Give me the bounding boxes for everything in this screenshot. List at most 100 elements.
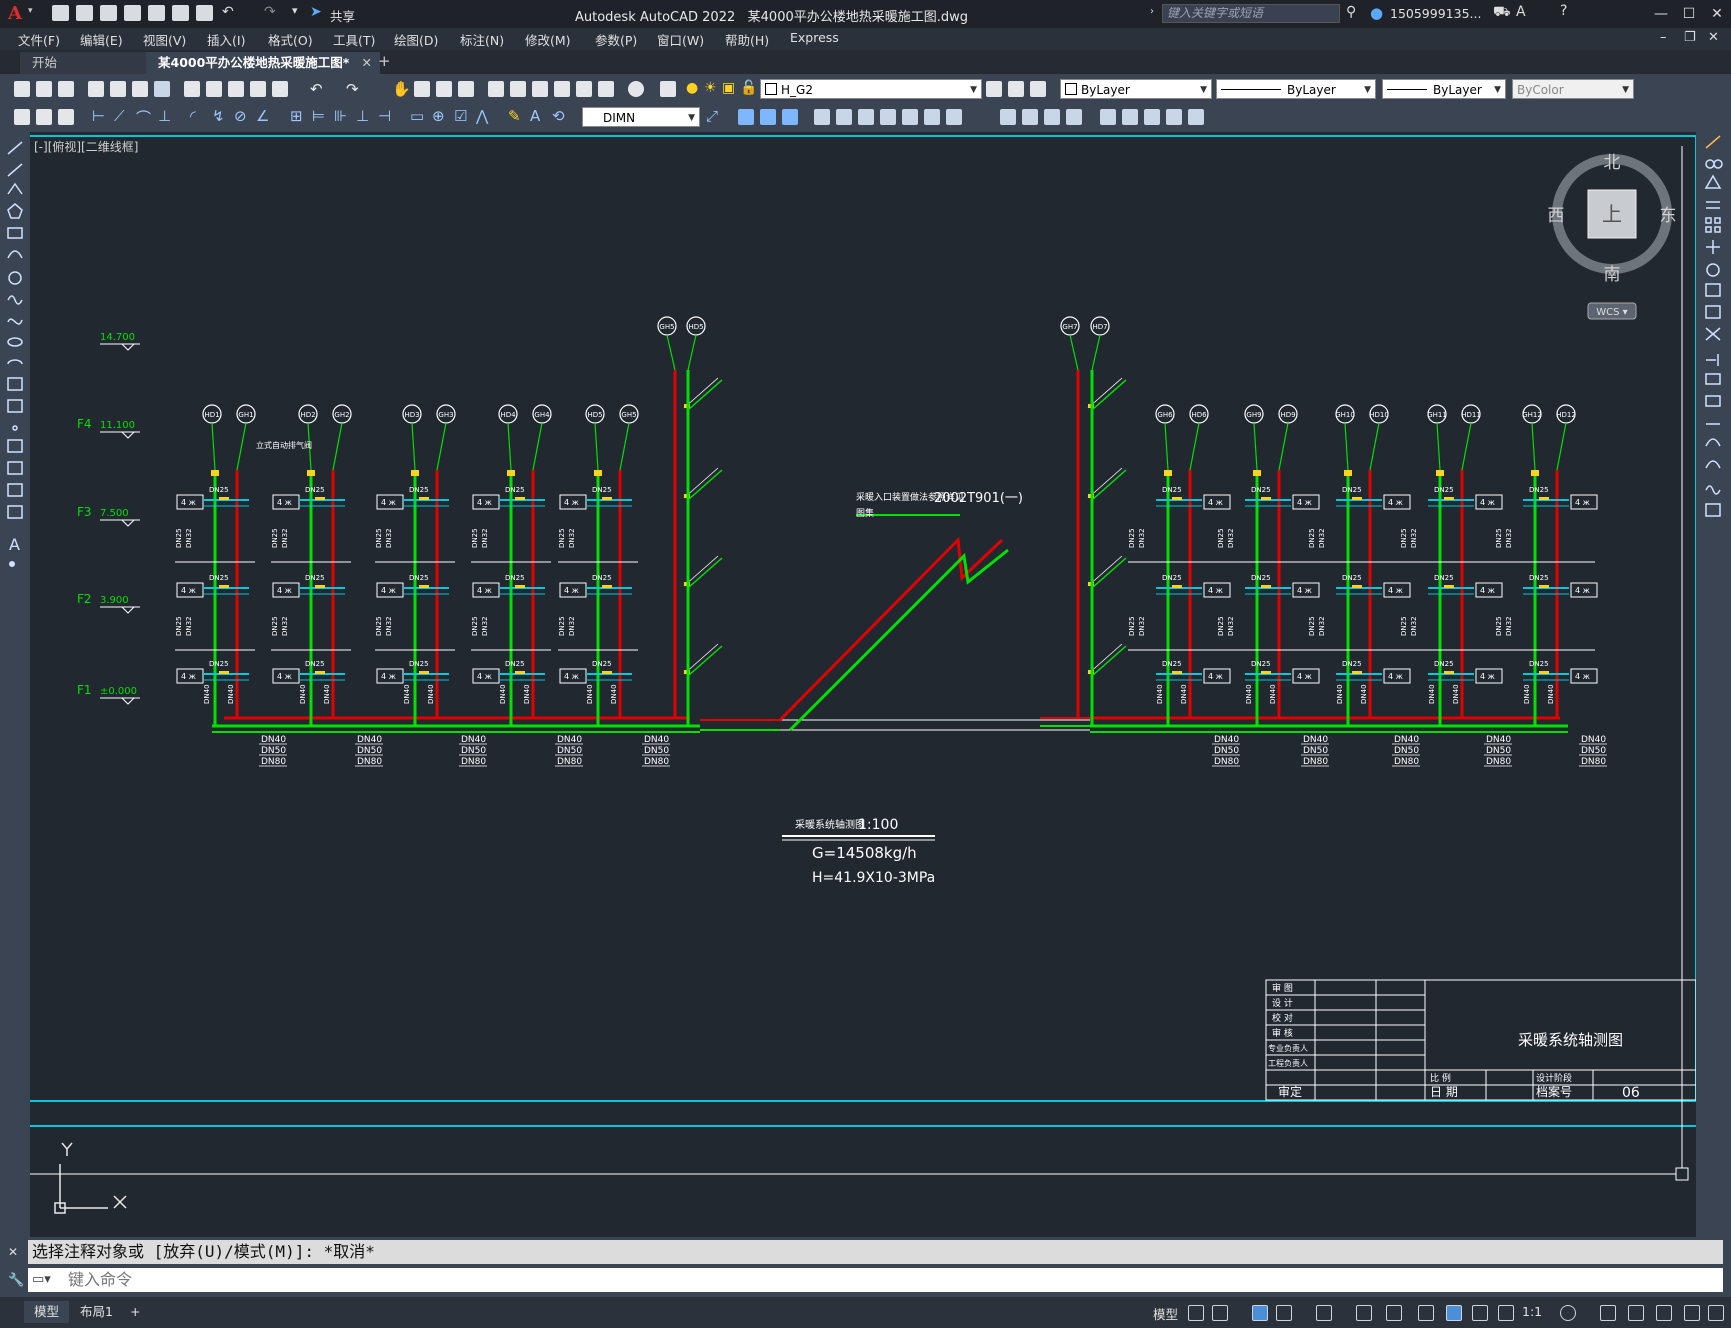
maximize-button[interactable]: ☐ xyxy=(1676,3,1702,25)
tb2-icon-2[interactable] xyxy=(36,109,52,125)
grid-icon[interactable] xyxy=(1188,1305,1204,1321)
center-mark-icon[interactable]: ⊕ xyxy=(432,107,445,125)
layer-states-icon[interactable] xyxy=(1030,81,1046,97)
open-web-icon[interactable] xyxy=(148,5,165,21)
modify-icon-13[interactable] xyxy=(1122,109,1138,125)
tab-layout1[interactable]: 布局1 xyxy=(70,1301,123,1323)
menu-tools[interactable]: 工具(T) xyxy=(333,30,375,49)
minimize-button[interactable]: — xyxy=(1648,3,1674,25)
polar-icon[interactable] xyxy=(1276,1305,1292,1321)
save-tb-icon[interactable] xyxy=(58,81,74,97)
auto-scale-icon[interactable] xyxy=(1472,1305,1488,1321)
copy-icon[interactable] xyxy=(206,81,222,97)
customization-menu-icon[interactable] xyxy=(1708,1305,1724,1321)
dim-baseline-icon[interactable]: ⊨ xyxy=(312,107,325,125)
modify-icon-11[interactable] xyxy=(1066,109,1082,125)
save-web-icon[interactable] xyxy=(172,5,189,21)
undo-icon[interactable]: ↶ xyxy=(222,4,234,20)
calculator-icon[interactable] xyxy=(598,81,614,97)
customize-command-icon[interactable]: 🔧 xyxy=(8,1273,24,1288)
save-as-icon[interactable] xyxy=(124,5,141,21)
draw-order-above-icon[interactable] xyxy=(782,109,798,125)
dim-ordinate-icon[interactable]: ⊥ xyxy=(158,107,171,125)
toolpalettes-icon[interactable] xyxy=(532,81,548,97)
preview-icon[interactable] xyxy=(110,81,126,97)
close-button[interactable]: ✕ xyxy=(1704,3,1730,25)
menu-help[interactable]: 帮助(H) xyxy=(725,30,769,49)
snap-icon[interactable] xyxy=(1212,1305,1228,1321)
sheetset-icon[interactable] xyxy=(554,81,570,97)
dim-diameter-icon[interactable]: ⊘ xyxy=(234,107,247,125)
draw-order-back-icon[interactable] xyxy=(760,109,776,125)
quick-properties-icon[interactable] xyxy=(1656,1305,1672,1321)
modify-icon-7[interactable] xyxy=(946,109,962,125)
redo-icon[interactable]: ↷ xyxy=(264,4,276,20)
help-tb-icon[interactable] xyxy=(628,81,644,97)
make-current-icon[interactable] xyxy=(986,81,1002,97)
matchprop-icon[interactable] xyxy=(250,81,266,97)
doc-restore-button[interactable]: ❐ xyxy=(1684,30,1696,45)
menu-dimension[interactable]: 标注(N) xyxy=(460,30,504,49)
search-input[interactable]: 键入关键字或短语 xyxy=(1162,4,1340,23)
tolerance-icon[interactable]: ▭ xyxy=(410,107,424,125)
share-label[interactable]: 共享 xyxy=(330,6,355,25)
annotation-monitor-icon[interactable] xyxy=(1600,1305,1616,1321)
doc-minimize-button[interactable]: – xyxy=(1660,30,1667,45)
model-space-button[interactable]: 模型 xyxy=(1153,1304,1178,1323)
layer-lock-icon[interactable]: 🔓 xyxy=(740,80,757,96)
draw-order-front-icon[interactable] xyxy=(738,109,754,125)
dim-edit-icon[interactable]: ✎ xyxy=(508,107,521,125)
modify-icon-15[interactable] xyxy=(1166,109,1182,125)
menu-format[interactable]: 格式(O) xyxy=(268,30,313,49)
save-icon[interactable] xyxy=(100,5,117,21)
annotation-visibility-icon[interactable] xyxy=(1446,1305,1462,1321)
undo-tb-icon[interactable]: ↶ xyxy=(310,80,323,98)
layer-freeze-icon[interactable]: ☀ xyxy=(704,80,717,96)
modify-icon-12[interactable] xyxy=(1100,109,1116,125)
tab-model[interactable]: 模型 xyxy=(24,1301,70,1323)
isodraft-icon[interactable] xyxy=(1316,1305,1332,1321)
ortho-icon[interactable] xyxy=(1252,1305,1268,1321)
modify-icon-14[interactable] xyxy=(1144,109,1160,125)
jogged-linear-icon[interactable]: ⋀ xyxy=(476,107,488,125)
osnap-icon[interactable] xyxy=(1386,1305,1402,1321)
command-input[interactable]: ▭▾ 键入命令 xyxy=(28,1268,1723,1292)
paste-icon[interactable] xyxy=(228,81,244,97)
annotation-scale-icon[interactable] xyxy=(1498,1305,1514,1321)
modify-icon-3[interactable] xyxy=(858,109,874,125)
menu-view[interactable]: 视图(V) xyxy=(143,30,186,49)
redo-tb-icon[interactable]: ↷ xyxy=(346,80,359,98)
dim-jogged-icon[interactable]: ↯ xyxy=(212,107,225,125)
plot-tb-icon[interactable] xyxy=(88,81,104,97)
inspect-icon[interactable]: ☑ xyxy=(454,107,467,125)
new-tab-button[interactable]: + xyxy=(378,52,391,70)
qnew-icon[interactable] xyxy=(14,81,30,97)
menu-insert[interactable]: 插入(I) xyxy=(207,30,245,49)
blockeditor-icon[interactable] xyxy=(272,81,288,97)
workspace-gear-icon[interactable] xyxy=(1560,1305,1576,1321)
linetype-dropdown[interactable]: ByLayer ▼ xyxy=(1216,79,1376,99)
cut-icon[interactable] xyxy=(184,81,200,97)
layer-previous-icon[interactable] xyxy=(1008,81,1024,97)
designcenter-icon[interactable] xyxy=(510,81,526,97)
expand-search-icon[interactable]: › xyxy=(1150,6,1154,17)
dim-radius-icon[interactable]: ◜ xyxy=(190,107,196,125)
osnap-tracking-icon[interactable] xyxy=(1356,1305,1372,1321)
qdim-icon[interactable]: ⊞ xyxy=(290,107,303,125)
modify-icon-6[interactable] xyxy=(924,109,940,125)
units-icon[interactable] xyxy=(1628,1305,1644,1321)
layer-dropdown[interactable]: H_G2 ▼ xyxy=(760,79,982,99)
tab-start[interactable]: 开始 xyxy=(20,52,164,74)
help-icon[interactable]: ? xyxy=(1560,3,1567,19)
tab-close-icon[interactable]: ✕ xyxy=(362,52,372,74)
menu-file[interactable]: 文件(F) xyxy=(18,30,60,49)
add-layout-button[interactable]: + xyxy=(120,1301,150,1323)
markup-icon[interactable] xyxy=(576,81,592,97)
dim-linear-icon[interactable]: ⊢ xyxy=(92,107,105,125)
lineweight-icon[interactable] xyxy=(1418,1305,1434,1321)
dimstyle-manager-icon[interactable]: ⤢ xyxy=(706,107,718,125)
tab-document[interactable]: 某4000平办公楼地热采暖施工图* ✕ xyxy=(146,52,380,74)
pan-icon[interactable]: ✋ xyxy=(392,80,411,98)
layer-properties-icon[interactable] xyxy=(660,81,676,97)
menu-modify[interactable]: 修改(M) xyxy=(525,30,571,49)
